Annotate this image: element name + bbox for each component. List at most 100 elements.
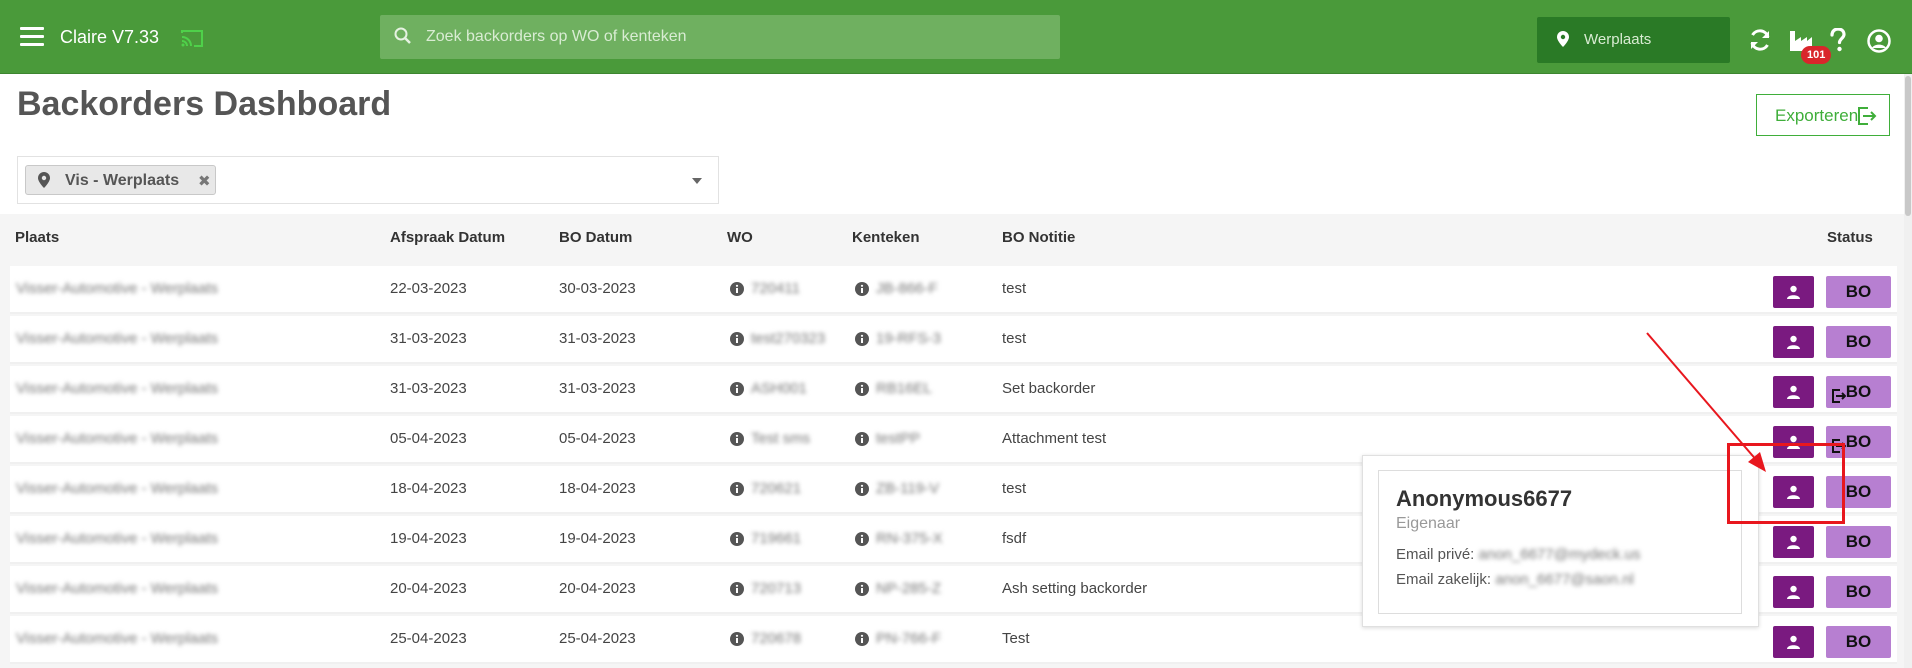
header-wo: WO	[727, 229, 753, 246]
map-pin-icon	[38, 172, 50, 188]
cell-bo-notitie: test	[1002, 330, 1027, 347]
header-bo-notitie: BO Notitie	[1002, 229, 1076, 246]
cast-icon[interactable]	[181, 30, 203, 47]
email-private-label: Email privé:	[1396, 546, 1475, 563]
cell-kenteken[interactable]: testPP	[876, 430, 920, 447]
cell-bo-notitie: Test	[1002, 630, 1030, 647]
notification-badge: 101	[1801, 46, 1832, 64]
search-input[interactable]	[426, 15, 1046, 59]
cell-kenteken[interactable]: PN-766-F	[876, 630, 941, 647]
cell-bo-datum: 20-04-2023	[559, 580, 636, 597]
remove-chip-icon[interactable]: ✖	[198, 172, 211, 190]
owner-name: Anonymous6677	[1396, 486, 1573, 511]
cell-afspraak-datum: 31-03-2023	[390, 330, 467, 347]
table-row[interactable]: Visser-Automotive - Werplaats 22-03-2023 3…	[10, 266, 1897, 314]
info-icon[interactable]	[855, 632, 869, 646]
chevron-down-icon[interactable]	[692, 178, 702, 184]
sign-out-icon	[1832, 389, 1847, 408]
info-icon[interactable]	[730, 282, 744, 296]
search-bar	[380, 15, 1060, 59]
status-bo-button[interactable]: BO	[1826, 576, 1891, 608]
cell-afspraak-datum: 19-04-2023	[390, 530, 467, 547]
top-navigation-bar: Claire V7.33 Werplaats 101	[0, 0, 1912, 74]
export-icon	[1858, 107, 1877, 125]
cell-wo[interactable]: test270323	[751, 330, 825, 347]
header-status: Status	[1827, 229, 1873, 246]
cell-plaats: Visser-Automotive - Werplaats	[16, 630, 219, 647]
cell-afspraak-datum: 25-04-2023	[390, 630, 467, 647]
cell-bo-notitie: Ash setting backorder	[1002, 580, 1148, 597]
info-icon[interactable]	[855, 532, 869, 546]
customer-button[interactable]	[1773, 326, 1814, 358]
cell-plaats: Visser-Automotive - Werplaats	[16, 380, 219, 397]
email-business-value[interactable]: anon_6677@saon.nl	[1495, 571, 1634, 588]
export-button[interactable]: Exporteren	[1756, 94, 1890, 136]
customer-button[interactable]	[1773, 276, 1814, 308]
cell-kenteken[interactable]: ZB-119-V	[876, 480, 939, 497]
status-bo-button[interactable]: BO	[1826, 276, 1891, 308]
highlight-box	[1727, 443, 1845, 524]
cell-wo[interactable]: Test sms	[751, 430, 810, 447]
cell-afspraak-datum: 31-03-2023	[390, 380, 467, 397]
menu-icon[interactable]	[20, 27, 44, 47]
info-icon[interactable]	[730, 482, 744, 496]
cell-wo[interactable]: ASH001	[751, 380, 807, 397]
info-icon[interactable]	[730, 432, 744, 446]
status-bo-button[interactable]: BO	[1826, 526, 1891, 558]
account-icon[interactable]	[1867, 29, 1891, 53]
scrollbar-thumb[interactable]	[1905, 76, 1911, 216]
refresh-icon[interactable]	[1748, 28, 1772, 52]
search-icon	[394, 27, 411, 44]
cell-afspraak-datum: 20-04-2023	[390, 580, 467, 597]
cell-afspraak-datum: 22-03-2023	[390, 280, 467, 297]
email-business-label: Email zakelijk:	[1396, 571, 1492, 588]
cell-bo-notitie: test	[1002, 280, 1027, 297]
location-filter[interactable]: Vis - Werplaats ✖	[17, 156, 719, 204]
customer-button[interactable]	[1773, 626, 1814, 658]
cell-bo-datum: 05-04-2023	[559, 430, 636, 447]
email-private-value[interactable]: anon_6677@mydeck.us	[1479, 546, 1641, 563]
cell-wo[interactable]: 720713	[751, 580, 801, 597]
table-row[interactable]: Visser-Automotive - Werplaats 31-03-2023 3…	[10, 316, 1897, 364]
info-icon[interactable]	[855, 582, 869, 596]
table-row[interactable]: Visser-Automotive - Werplaats 31-03-2023 3…	[10, 366, 1897, 414]
owner-role: Eigenaar	[1396, 515, 1461, 532]
cell-wo[interactable]: 720621	[751, 480, 801, 497]
cell-bo-datum: 18-04-2023	[559, 480, 636, 497]
status-bo-button[interactable]: BO	[1826, 326, 1891, 358]
cell-bo-notitie: fsdf	[1002, 530, 1027, 547]
cell-kenteken[interactable]: 19-RFS-3	[876, 330, 941, 347]
cell-bo-notitie: Set backorder	[1002, 380, 1096, 397]
info-icon[interactable]	[855, 332, 869, 346]
customer-button[interactable]	[1773, 526, 1814, 558]
cell-wo[interactable]: 719661	[751, 530, 801, 547]
info-icon[interactable]	[855, 382, 869, 396]
info-icon[interactable]	[730, 332, 744, 346]
cell-bo-datum: 31-03-2023	[559, 330, 636, 347]
cell-wo[interactable]: 720411	[751, 280, 800, 297]
cell-afspraak-datum: 05-04-2023	[390, 430, 467, 447]
cell-plaats: Visser-Automotive - Werplaats	[16, 430, 219, 447]
cell-kenteken[interactable]: NP-285-Z	[876, 580, 941, 597]
map-pin-icon	[1557, 31, 1569, 47]
status-bo-button[interactable]: BO	[1826, 626, 1891, 658]
location-label: Werplaats	[1584, 31, 1652, 48]
info-icon[interactable]	[730, 382, 744, 396]
cell-plaats: Visser-Automotive - Werplaats	[16, 330, 219, 347]
scrollbar[interactable]	[1904, 74, 1912, 668]
location-selector[interactable]: Werplaats	[1537, 17, 1730, 63]
info-icon[interactable]	[730, 532, 744, 546]
cell-kenteken[interactable]: RN-375-X	[876, 530, 943, 547]
cell-kenteken[interactable]: RB16EL	[876, 380, 932, 397]
info-icon[interactable]	[855, 482, 869, 496]
info-icon[interactable]	[855, 432, 869, 446]
cell-wo[interactable]: 720678	[751, 630, 801, 647]
help-icon[interactable]	[1830, 28, 1846, 52]
customer-button[interactable]	[1773, 576, 1814, 608]
owner-popover: Anonymous6677 Eigenaar Email privé: anon…	[1362, 455, 1759, 627]
customer-button[interactable]	[1773, 376, 1814, 408]
info-icon[interactable]	[730, 632, 744, 646]
info-icon[interactable]	[730, 582, 744, 596]
info-icon[interactable]	[855, 282, 869, 296]
cell-kenteken[interactable]: JB-866-F	[876, 280, 938, 297]
